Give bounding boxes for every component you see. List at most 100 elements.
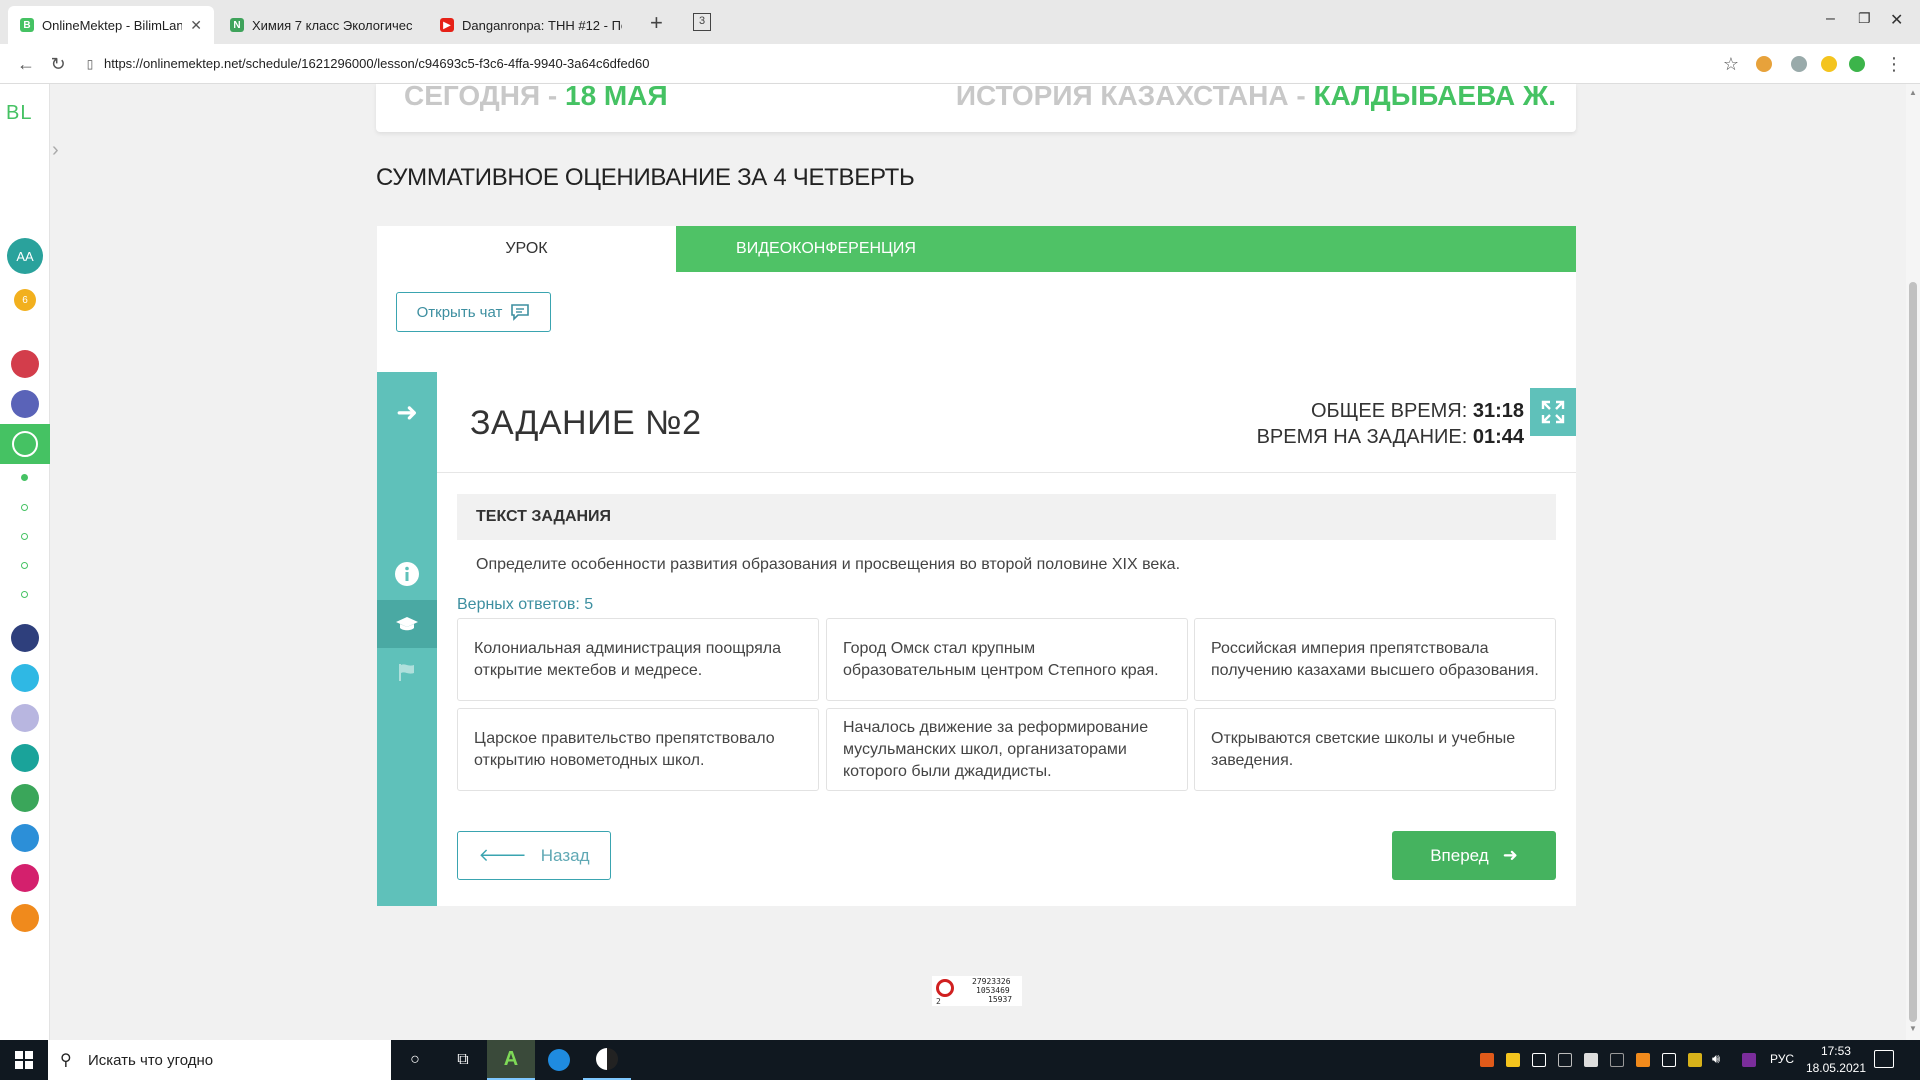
lesson-header-card: СЕГОДНЯ - 18 МАЯ ИСТОРИЯ КАЗАХСТАНА - КА… [376,80,1576,132]
cortana-icon[interactable]: ○ [391,1040,439,1080]
answer-option[interactable]: Колониальная администрация поощряла откр… [457,618,819,701]
minimize-icon[interactable]: – [1826,10,1835,28]
tray-icon[interactable] [1662,1053,1676,1067]
youtube-icon: ▶ [440,18,454,32]
url-field[interactable]: https://onlinemektep.net/schedule/162129… [104,52,649,76]
visit-counter[interactable]: 2 27923326 1053469 15937 [932,976,1022,1006]
app-icon-training[interactable] [11,904,39,932]
restore-icon[interactable]: ❐ [1858,10,1871,27]
tab-title: Danganronpa: ТНН #12 - Подо [462,17,622,33]
app-icon-monokuma[interactable] [583,1040,631,1080]
today-date: СЕГОДНЯ - 18 МАЯ [404,80,668,111]
answer-option[interactable]: Открываются светские школы и учебные зав… [1194,708,1556,791]
tray-icon[interactable] [1506,1053,1520,1067]
task-question: Определите особенности развития образова… [476,556,1181,573]
tray-icon[interactable] [1610,1053,1624,1067]
flag-icon[interactable] [377,648,437,696]
task-view-icon[interactable]: ⧉ [439,1040,487,1080]
avatar[interactable]: AA [7,238,43,274]
app-icon-test[interactable] [11,824,39,852]
tab-title: OnlineMektep - BilimLand [42,17,183,33]
taskbar-clock[interactable]: 17:53 18.05.2021 [1806,1043,1866,1077]
app-icon-bilim-class[interactable] [11,390,39,418]
extension-icon[interactable] [1821,56,1837,72]
answer-option[interactable]: Город Омск стал крупным образовательным … [826,618,1188,701]
info-icon[interactable] [377,550,437,598]
tab-videoconference[interactable]: ВИДЕОКОНФЕРЕНЦИЯ [676,226,976,272]
help-icon[interactable] [11,664,39,692]
page-title: СУММАТИВНОЕ ОЦЕНИВАНИЕ ЗА 4 ЧЕТВЕРТЬ [376,164,915,191]
tray-icon[interactable] [1558,1053,1572,1067]
browser-tab-onlinemektep[interactable]: B OnlineMektep - BilimLand ✕ [8,6,214,44]
nav-dot[interactable] [21,474,28,481]
tab-count-icon[interactable]: 3 [693,13,711,31]
nav-dot[interactable] [21,591,28,598]
tray-icon[interactable] [1532,1053,1546,1067]
counter-logo-icon [936,979,954,997]
graduation-cap-icon[interactable] [377,600,437,648]
app-icon-bilim-land[interactable] [11,784,39,812]
windows-taskbar: ⚲ Искать что угодно ○ ⧉ A 🔊︎ РУС 17:53 1… [0,1040,1920,1080]
volume-icon[interactable]: 🔊︎ [1712,1051,1720,1067]
app-icon-keyboard[interactable] [11,704,39,732]
task-side-strip: ➜ [377,372,437,906]
clock-time: 17:53 [1820,1044,1851,1058]
app-icon-bilim-media[interactable] [11,744,39,772]
close-window-icon[interactable]: ✕ [1890,10,1903,30]
tray-icon[interactable] [1636,1053,1650,1067]
bookmark-star-icon[interactable]: ☆ [1719,52,1743,76]
new-tab-icon[interactable]: + [650,10,663,36]
counter-visits: 1053469 [976,986,1010,995]
extension-icon[interactable] [1756,56,1772,72]
menu-dots-icon[interactable]: ⋮ [1882,52,1906,76]
windows-start-icon[interactable] [0,1040,48,1080]
nav-dot[interactable] [21,533,28,540]
coins-badge[interactable]: 6 [14,289,36,311]
scrollbar-thumb[interactable] [1909,282,1917,1022]
nav-dot[interactable] [21,504,28,511]
app-icon-smart-nation[interactable] [11,624,39,652]
sidebar: BL › AA 6 [0,84,59,1040]
reload-icon[interactable]: ↻ [46,52,70,76]
app-icon-twig[interactable] [11,864,39,892]
answer-option[interactable]: Началось движение за реформирование мусу… [826,708,1188,791]
arrow-right-icon[interactable]: ➜ [377,388,437,436]
back-button[interactable]: 🡐 Назад [457,831,611,880]
correct-answers-count: Верных ответов: 5 [457,596,594,613]
notifications-icon[interactable] [1874,1050,1894,1068]
extension-icon[interactable] [1791,56,1807,72]
expand-chevron-icon[interactable]: › [52,135,72,165]
tray-icon[interactable] [1480,1053,1494,1067]
extension-icon[interactable] [1849,56,1865,72]
browser-tab-youtube[interactable]: ▶ Danganronpa: ТНН #12 - Подо [428,6,634,44]
app-icon-android[interactable]: A [487,1040,535,1080]
task-text-header: ТЕКСТ ЗАДАНИЯ [457,494,1556,540]
browser-tab-chemistry[interactable]: N Химия 7 класс Экологические [218,6,424,44]
nav-dot[interactable] [21,562,28,569]
fullscreen-icon[interactable] [1530,388,1576,436]
tray-icon[interactable] [1688,1053,1702,1067]
page-scrollbar[interactable]: ▲ ▼ [1906,84,1920,1040]
page-info-icon[interactable]: ▯ [78,52,102,76]
arrow-right-icon: ➜ [1502,845,1518,865]
search-placeholder: Искать что угодно [88,1051,214,1069]
timers: ОБЩЕЕ ВРЕМЯ: 31:18 ВРЕМЯ НА ЗАДАНИЕ: 01:… [1257,398,1524,450]
language-indicator[interactable]: РУС [1770,1052,1794,1066]
tray-icon[interactable] [1742,1053,1756,1067]
close-icon[interactable]: ✕ [190,17,202,34]
bilimland-icon: B [20,18,34,32]
app-icon-bilim-shop[interactable] [11,350,39,378]
tab-lesson[interactable]: УРОК [377,226,676,272]
app-icon-online-mektep-active[interactable] [0,424,50,464]
bilimland-logo[interactable]: BL [6,102,32,125]
open-chat-button[interactable]: Открыть чат [396,292,551,332]
edge-icon[interactable] [535,1040,583,1080]
back-arrow-icon[interactable]: ← [14,52,38,76]
answer-option[interactable]: Российская империя препятствовала получе… [1194,618,1556,701]
n-icon: N [230,18,244,32]
taskbar-search[interactable]: ⚲ Искать что угодно [48,1040,391,1080]
tray-icon[interactable] [1584,1053,1598,1067]
lesson-body [377,272,1576,906]
answer-option[interactable]: Царское правительство препятствовало отк… [457,708,819,791]
next-button[interactable]: Вперед ➜ [1392,831,1556,880]
